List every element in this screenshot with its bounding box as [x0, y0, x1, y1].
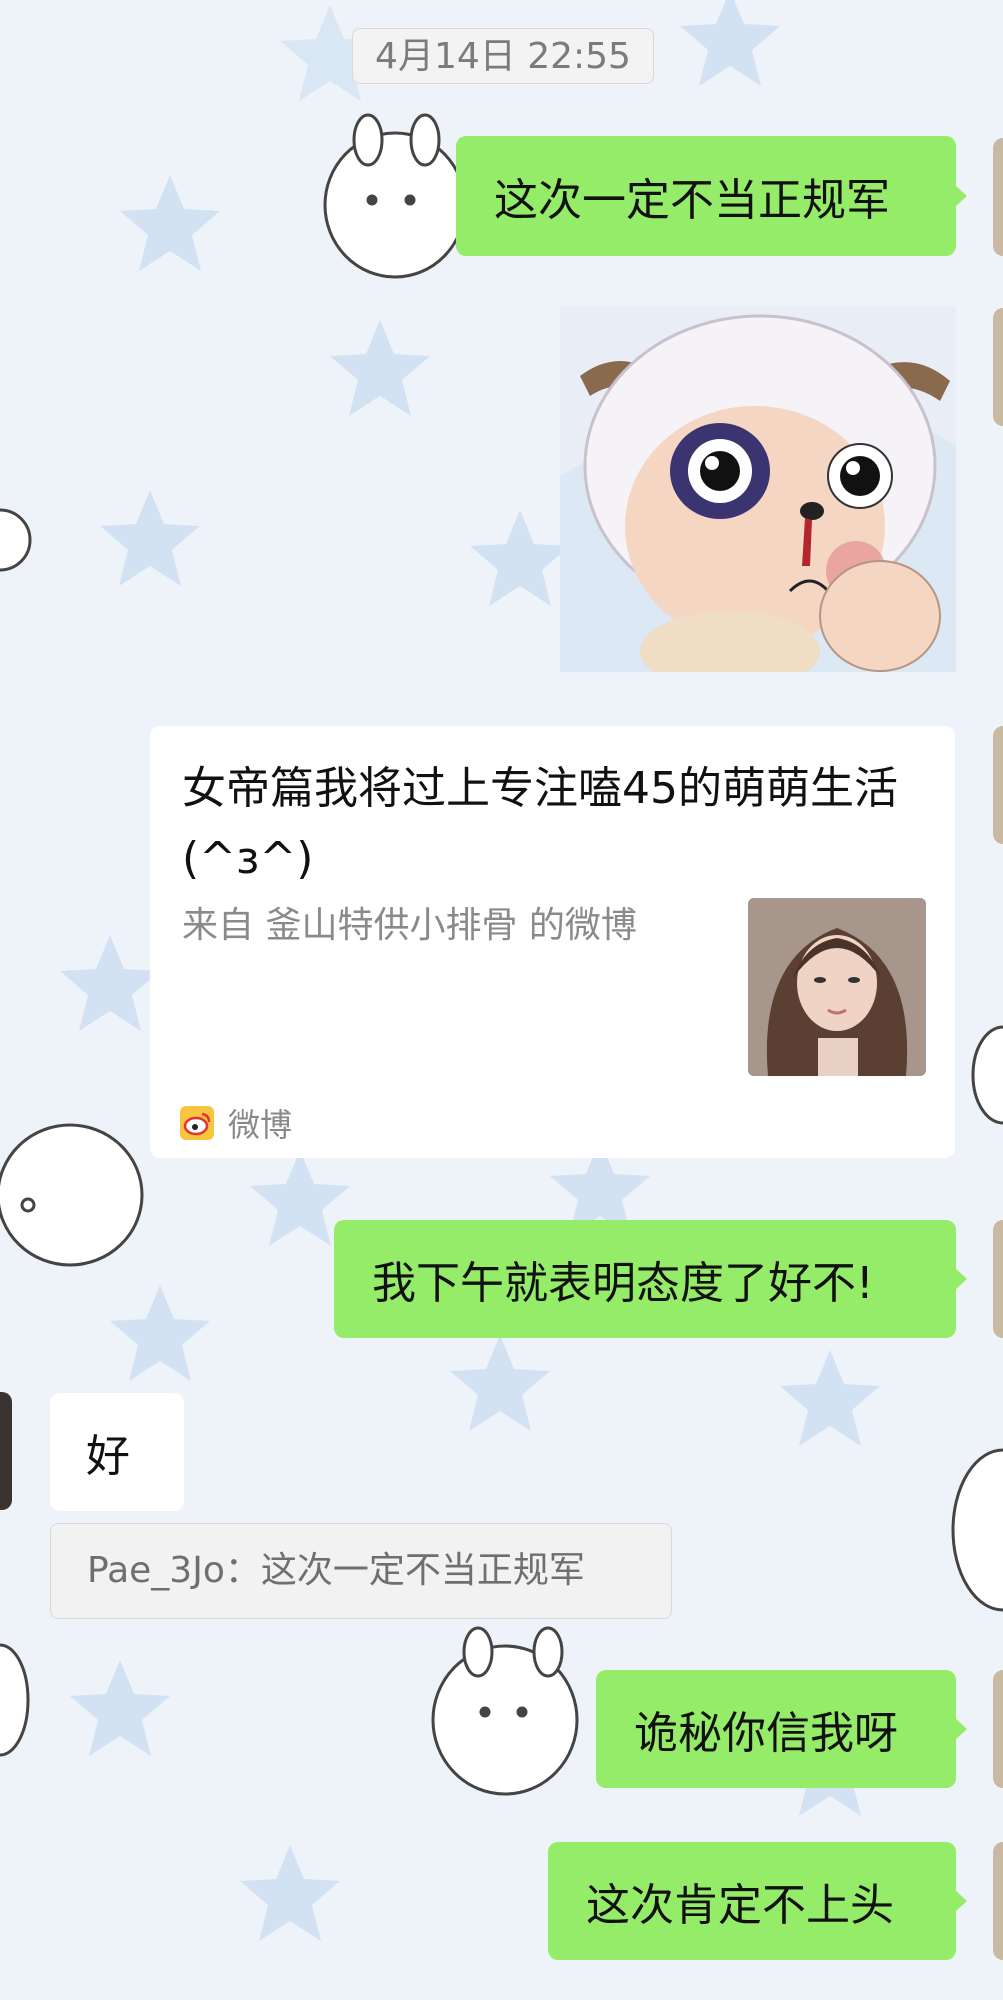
- incoming-message-bubble[interactable]: 好: [50, 1393, 184, 1511]
- card-source: 微博: [180, 1100, 292, 1146]
- outgoing-message-bubble[interactable]: 我下午就表明态度了好不!: [334, 1220, 967, 1338]
- weibo-link-card[interactable]: 女帝篇我将过上专注嗑45的萌萌生活(^з^) 来自 釜山特供小排骨 的微博 微博: [150, 726, 955, 1158]
- outgoing-message-bubble[interactable]: 诡秘你信我呀: [596, 1670, 967, 1788]
- my-avatar[interactable]: [993, 1670, 1003, 1788]
- outgoing-message-bubble[interactable]: 这次肯定不上头: [548, 1842, 967, 1960]
- message-text: 这次肯定不上头: [586, 1880, 894, 1931]
- card-title: 女帝篇我将过上专注嗑45的萌萌生活(^з^): [182, 763, 898, 884]
- message-text: 好: [86, 1431, 130, 1482]
- my-avatar[interactable]: [993, 1842, 1003, 1960]
- message-text: 我下午就表明态度了好不!: [372, 1258, 874, 1309]
- card-subtitle: 来自 釜山特供小排骨 的微博: [182, 905, 637, 946]
- card-source-label: 微博: [228, 1106, 293, 1144]
- contact-avatar[interactable]: [0, 1392, 12, 1510]
- message-text: 诡秘你信我呀: [634, 1708, 898, 1759]
- sheep-with-black-eye-sticker[interactable]: [560, 306, 956, 672]
- my-avatar[interactable]: [993, 726, 1003, 844]
- weibo-icon: [180, 1106, 214, 1140]
- my-avatar[interactable]: [993, 1220, 1003, 1338]
- message-text: 这次一定不当正规军: [494, 175, 890, 226]
- woman-portrait-thumbnail: [748, 898, 926, 1076]
- quoted-message[interactable]: Pae_3Jo：这次一定不当正规军: [50, 1523, 672, 1619]
- my-avatar[interactable]: [993, 308, 1003, 426]
- outgoing-message-bubble[interactable]: 这次一定不当正规军: [456, 136, 967, 256]
- message-timestamp: 4月14日 22:55: [352, 28, 654, 84]
- my-avatar[interactable]: [993, 138, 1003, 256]
